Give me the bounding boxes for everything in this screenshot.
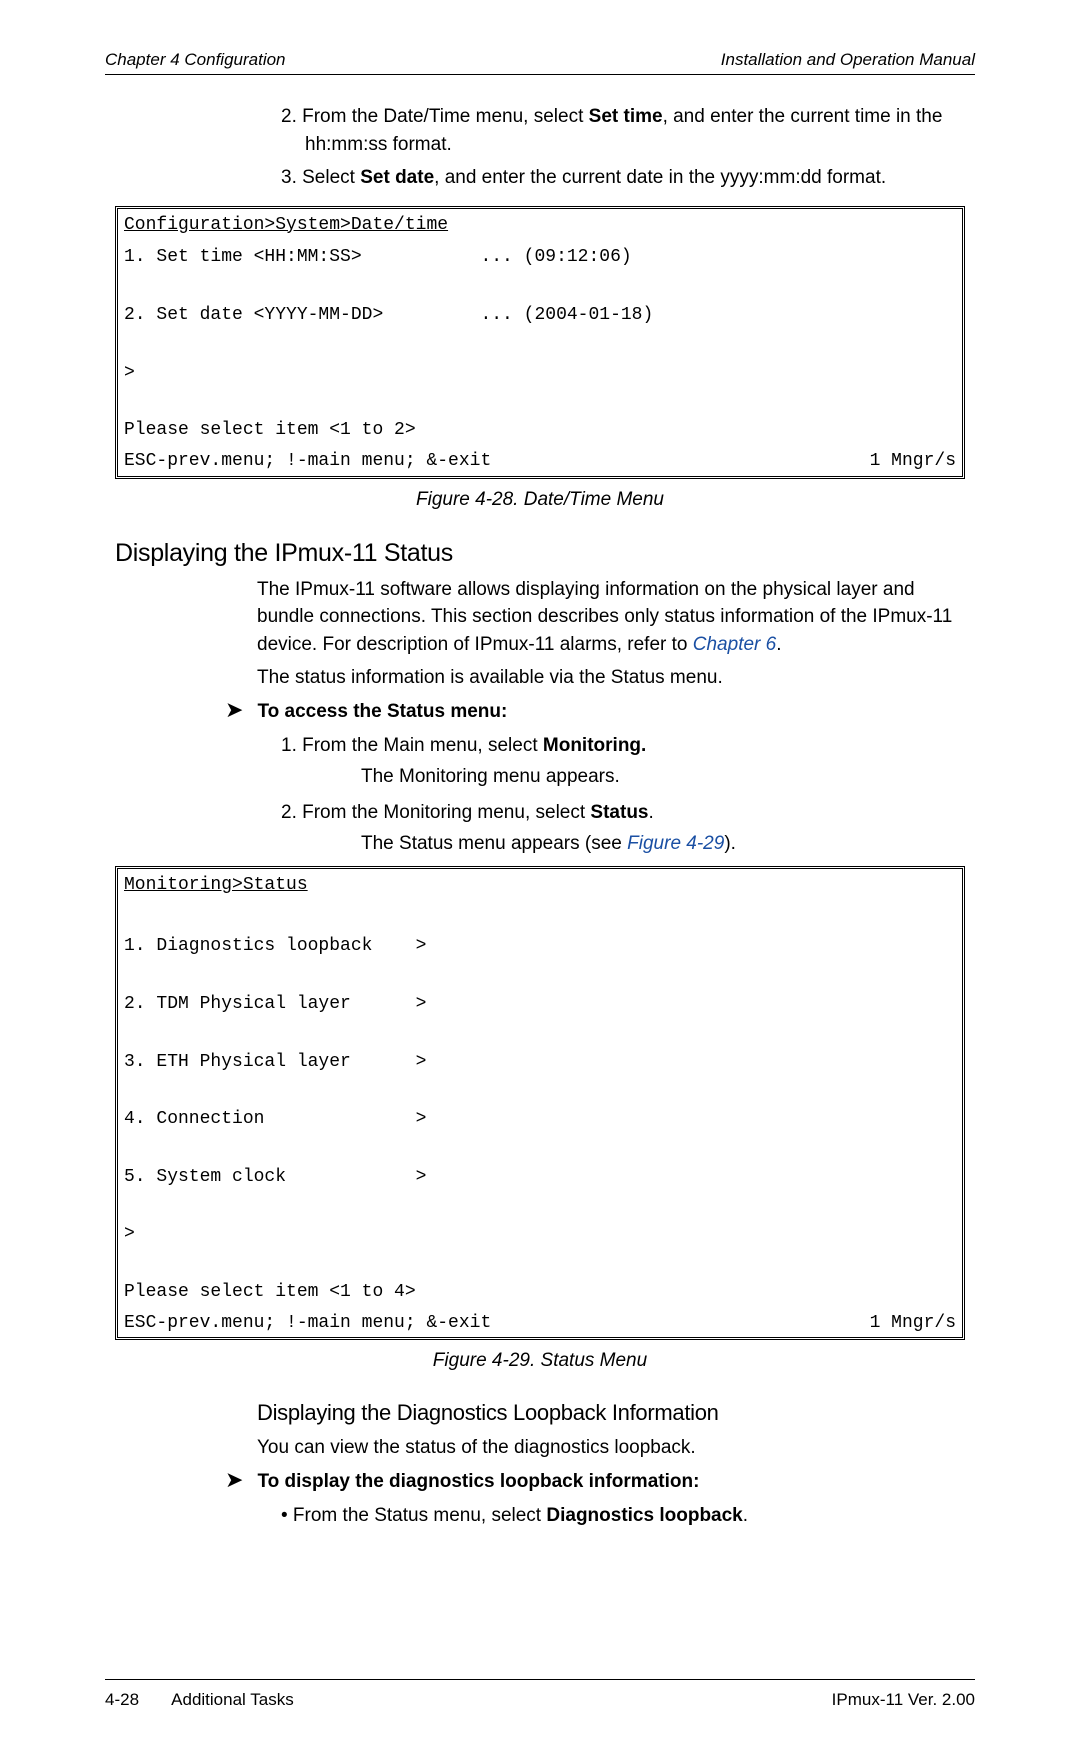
link-chapter-6[interactable]: Chapter 6 [693,634,776,655]
terminal-body: 1. Diagnostics loopback > 2. TDM Physica… [120,902,960,1309]
footer-section-label: Additional Tasks [171,1690,294,1709]
proc1-step-2-result: The Status menu appears (see Figure 4-29… [361,830,965,858]
header-left: Chapter 4 Configuration [105,50,286,70]
step-2: 2. From the Date/Time menu, select Set t… [281,103,965,158]
procedure-title: To access the Status menu: [257,698,507,726]
proc1-step-1-result: The Monitoring menu appears. [361,763,965,791]
terminal-esc-line: ESC-prev.menu; !-main menu; &-exit [124,1309,491,1338]
terminal-mngr: 1 Mngr/s [870,1309,956,1338]
footer-page-number: 4-28 [105,1690,139,1709]
terminal-breadcrumb: Configuration>System>Date/time [124,211,448,240]
subsection-para: You can view the status of the diagnosti… [257,1434,965,1462]
terminal-status: Monitoring>Status 1. Diagnostics loopbac… [115,866,965,1341]
page-footer: 4-28 Additional Tasks IPmux-11 Ver. 2.00 [105,1679,975,1710]
section-title-status: Displaying the IPmux-11 Status [115,539,965,568]
step-3: 3. Select Set date, and enter the curren… [281,164,965,192]
procedure-access-status: ➤ To access the Status menu: 1. From the… [257,698,965,858]
footer-version: IPmux-11 Ver. 2.00 [832,1690,975,1710]
proc1-step-1: 1. From the Main menu, select Monitoring… [281,732,965,791]
proc1-step-2: 2. From the Monitoring menu, select Stat… [281,799,965,858]
terminal-breadcrumb: Monitoring>Status [124,871,308,900]
arrow-icon: ➤ [225,1469,243,1491]
figure-caption-4-28: Figure 4-28. Date/Time Menu [115,489,965,511]
procedure-display-diag: ➤ To display the diagnostics loopback in… [257,1468,965,1529]
page-header: Chapter 4 Configuration Installation and… [105,50,975,75]
procedure-title: To display the diagnostics loopback info… [257,1468,699,1496]
figure-caption-4-29: Figure 4-29. Status Menu [115,1350,965,1372]
subsection-title-diag-loopback: Displaying the Diagnostics Loopback Info… [257,1400,965,1426]
proc2-bullet-1: • From the Status menu, select Diagnosti… [281,1502,965,1530]
terminal-body: 1. Set time <HH:MM:SS> ... (09:12:06) 2.… [120,241,960,447]
link-figure-4-29[interactable]: Figure 4-29 [627,833,724,854]
top-step-list: 2. From the Date/Time menu, select Set t… [115,103,965,192]
section-para-1: The IPmux-11 software allows displaying … [257,576,965,659]
section-para-2: The status information is available via … [257,664,965,692]
terminal-mngr: 1 Mngr/s [870,447,956,476]
arrow-icon: ➤ [225,699,243,721]
header-right: Installation and Operation Manual [721,50,975,70]
terminal-esc-line: ESC-prev.menu; !-main menu; &-exit [124,447,491,476]
terminal-date-time: Configuration>System>Date/time 1. Set ti… [115,206,965,479]
